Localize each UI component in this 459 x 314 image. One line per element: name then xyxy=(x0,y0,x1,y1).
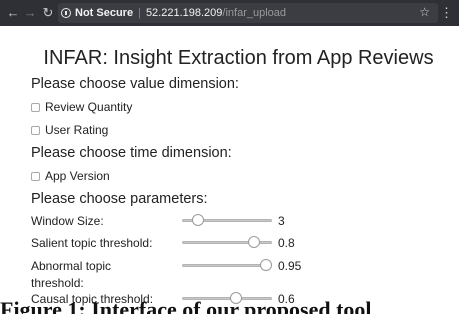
app-version-label: App Version xyxy=(45,169,110,183)
slider-track[interactable] xyxy=(182,264,272,267)
info-icon[interactable] xyxy=(61,8,71,18)
review-quantity-option[interactable]: Review Quantity xyxy=(31,100,132,114)
browser-toolbar: ← → ↻ Not Secure | 52.221.198.209/infar_… xyxy=(0,0,459,26)
user-rating-checkbox[interactable] xyxy=(31,125,40,135)
menu-dots-icon[interactable]: ⋮ xyxy=(440,0,453,26)
slider-thumb[interactable] xyxy=(259,259,272,271)
salient-threshold-value: 0.8 xyxy=(278,236,295,250)
abnormal-threshold-value: 0.95 xyxy=(278,259,302,273)
app-version-checkbox[interactable] xyxy=(31,171,40,181)
review-quantity-label: Review Quantity xyxy=(45,100,133,114)
salient-threshold-label: Salient topic threshold: xyxy=(31,236,153,250)
value-dimension-heading: Please choose value dimension: xyxy=(31,76,239,92)
bookmark-star-icon[interactable]: ☆ xyxy=(419,5,430,19)
page-title: INFAR: Insight Extraction from App Revie… xyxy=(43,47,434,69)
url-host[interactable]: 52.221.198.209 xyxy=(146,7,222,19)
slider-thumb[interactable] xyxy=(192,214,205,226)
time-dimension-heading: Please choose time dimension: xyxy=(31,145,232,161)
parameters-heading: Please choose parameters: xyxy=(31,191,208,207)
abnormal-threshold-slider[interactable] xyxy=(182,259,272,271)
address-separator: | xyxy=(138,7,141,19)
address-bar[interactable]: Not Secure | 52.221.198.209/infar_upload… xyxy=(58,3,438,23)
review-quantity-checkbox[interactable] xyxy=(31,102,40,112)
url-path[interactable]: /infar_upload xyxy=(222,7,286,19)
forward-arrow-icon[interactable]: → xyxy=(22,0,38,26)
user-rating-option[interactable]: User Rating xyxy=(31,123,108,137)
back-arrow-icon[interactable]: ← xyxy=(5,0,21,26)
slider-thumb[interactable] xyxy=(248,236,260,248)
screenshot-page: ← → ↻ Not Secure | 52.221.198.209/infar_… xyxy=(0,0,459,314)
security-label[interactable]: Not Secure xyxy=(75,7,133,19)
user-rating-label: User Rating xyxy=(45,123,109,137)
window-size-value: 3 xyxy=(278,214,285,228)
window-size-label: Window Size: xyxy=(31,214,104,228)
figure-caption: Figure 1: Interface of our proposed tool xyxy=(0,297,372,314)
salient-threshold-slider[interactable] xyxy=(182,236,272,248)
abnormal-threshold-label: Abnormal topic threshold: xyxy=(31,259,112,290)
reload-icon[interactable]: ↻ xyxy=(40,0,56,26)
window-size-slider[interactable] xyxy=(182,214,272,226)
app-version-option[interactable]: App Version xyxy=(31,169,110,183)
